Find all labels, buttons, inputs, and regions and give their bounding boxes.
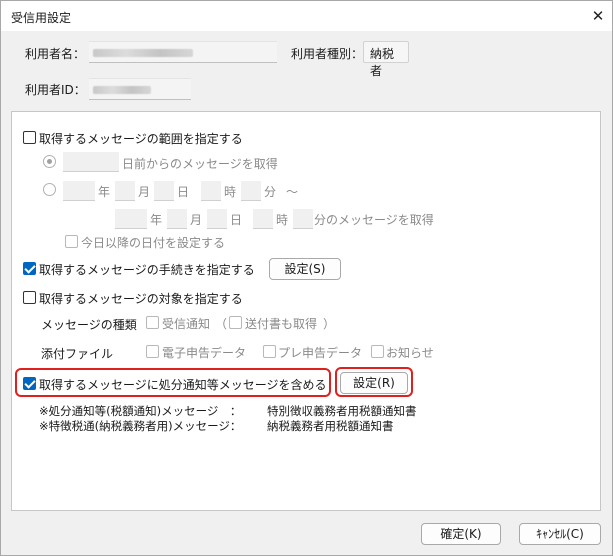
attachment-label: 添付ファイル (41, 347, 114, 361)
days-ago-radio[interactable] (43, 155, 56, 168)
notice-checkbox[interactable] (371, 345, 384, 358)
redacted-id (93, 86, 151, 94)
from-minute-input[interactable] (241, 181, 261, 201)
user-id-label: 利用者ID： (25, 83, 86, 97)
from-year-unit: 年 (98, 185, 111, 199)
message-type-label: メッセージの種類 (41, 318, 137, 332)
range-tilde: ～ (286, 185, 299, 199)
note1-left: ※処分通知等(税額通知)メッセージ ： (39, 404, 242, 418)
procedure-settings-button[interactable]: 設定(S) (269, 258, 341, 280)
to-day-input[interactable] (207, 209, 227, 229)
to-day-unit: 日 (230, 213, 243, 227)
today-onward-checkbox[interactable] (65, 235, 78, 248)
date-range-radio[interactable] (43, 183, 56, 196)
range-checkbox[interactable] (23, 131, 36, 144)
to-minute-input[interactable] (293, 209, 313, 229)
procedure-checkbox-label: 取得するメッセージの手続きを指定する (39, 263, 255, 277)
disposal-settings-button[interactable]: 設定(R) (340, 372, 408, 394)
from-hour-input[interactable] (201, 181, 221, 201)
from-minute-unit: 分 (264, 185, 277, 199)
from-year-input[interactable] (63, 181, 95, 201)
pre-filing-label: プレ申告データ (278, 346, 363, 360)
from-hour-unit: 時 (224, 185, 237, 199)
from-month-unit: 月 (138, 185, 151, 199)
to-hour-input[interactable] (253, 209, 273, 229)
e-filing-label: 電子申告データ (162, 346, 247, 360)
sent-docs-checkbox[interactable] (229, 316, 242, 329)
from-day-unit: 日 (177, 185, 190, 199)
disposal-checkbox[interactable] (23, 377, 36, 390)
procedure-checkbox[interactable] (23, 262, 36, 275)
dialog-title: 受信用設定 (11, 11, 72, 25)
user-name-label: 利用者名： (25, 47, 86, 61)
to-year-unit: 年 (150, 213, 163, 227)
user-name-field (89, 41, 277, 63)
notice-label: お知らせ (386, 346, 434, 360)
redacted-name (93, 49, 193, 57)
close-icon[interactable]: ✕ (589, 7, 607, 25)
note2-right: 納税義務者用税額通知書 (267, 419, 394, 433)
user-type-value: 納税者 (363, 41, 409, 78)
from-day-input[interactable] (154, 181, 174, 201)
range-checkbox-label: 取得するメッセージの範囲を指定する (39, 132, 243, 146)
paren-close: ） (323, 317, 336, 331)
receipt-checkbox[interactable] (146, 316, 159, 329)
dialog-window: 受信用設定 ✕ 利用者名： 利用者種別： 納税者 利用者ID： 取得するメッセー… (0, 0, 613, 556)
disposal-checkbox-label: 取得するメッセージに処分通知等メッセージを含める (39, 378, 327, 392)
note1-right: 特別徴収義務者用税額通知書 (267, 404, 417, 418)
to-year-input[interactable] (115, 209, 147, 229)
e-filing-checkbox[interactable] (146, 345, 159, 358)
ok-button[interactable]: 確定(K) (421, 523, 501, 545)
to-month-input[interactable] (167, 209, 187, 229)
user-id-field (89, 78, 191, 100)
to-month-unit: 月 (190, 213, 203, 227)
days-ago-label: 日前からのメッセージを取得 (122, 157, 278, 171)
to-hour-unit: 時 (276, 213, 289, 227)
to-minute-suffix: 分のメッセージを取得 (314, 213, 434, 227)
today-onward-label: 今日以降の日付を設定する (81, 236, 226, 250)
paren-open: （ (215, 317, 228, 331)
target-checkbox-label: 取得するメッセージの対象を指定する (39, 292, 243, 306)
pre-filing-checkbox[interactable] (263, 345, 276, 358)
cancel-button[interactable]: ｷｬﾝｾﾙ(C) (519, 523, 601, 545)
user-type-label: 利用者種別： (291, 47, 364, 61)
sent-docs-label: 送付書も取得 (245, 317, 318, 331)
days-ago-input[interactable] (63, 152, 119, 172)
title-bar: 受信用設定 ✕ (1, 1, 612, 31)
receipt-label: 受信通知 (162, 317, 211, 331)
target-checkbox[interactable] (23, 291, 36, 304)
from-month-input[interactable] (115, 181, 135, 201)
note2-left: ※特徴税通(納税義務者用)メッセージ： (39, 419, 242, 433)
